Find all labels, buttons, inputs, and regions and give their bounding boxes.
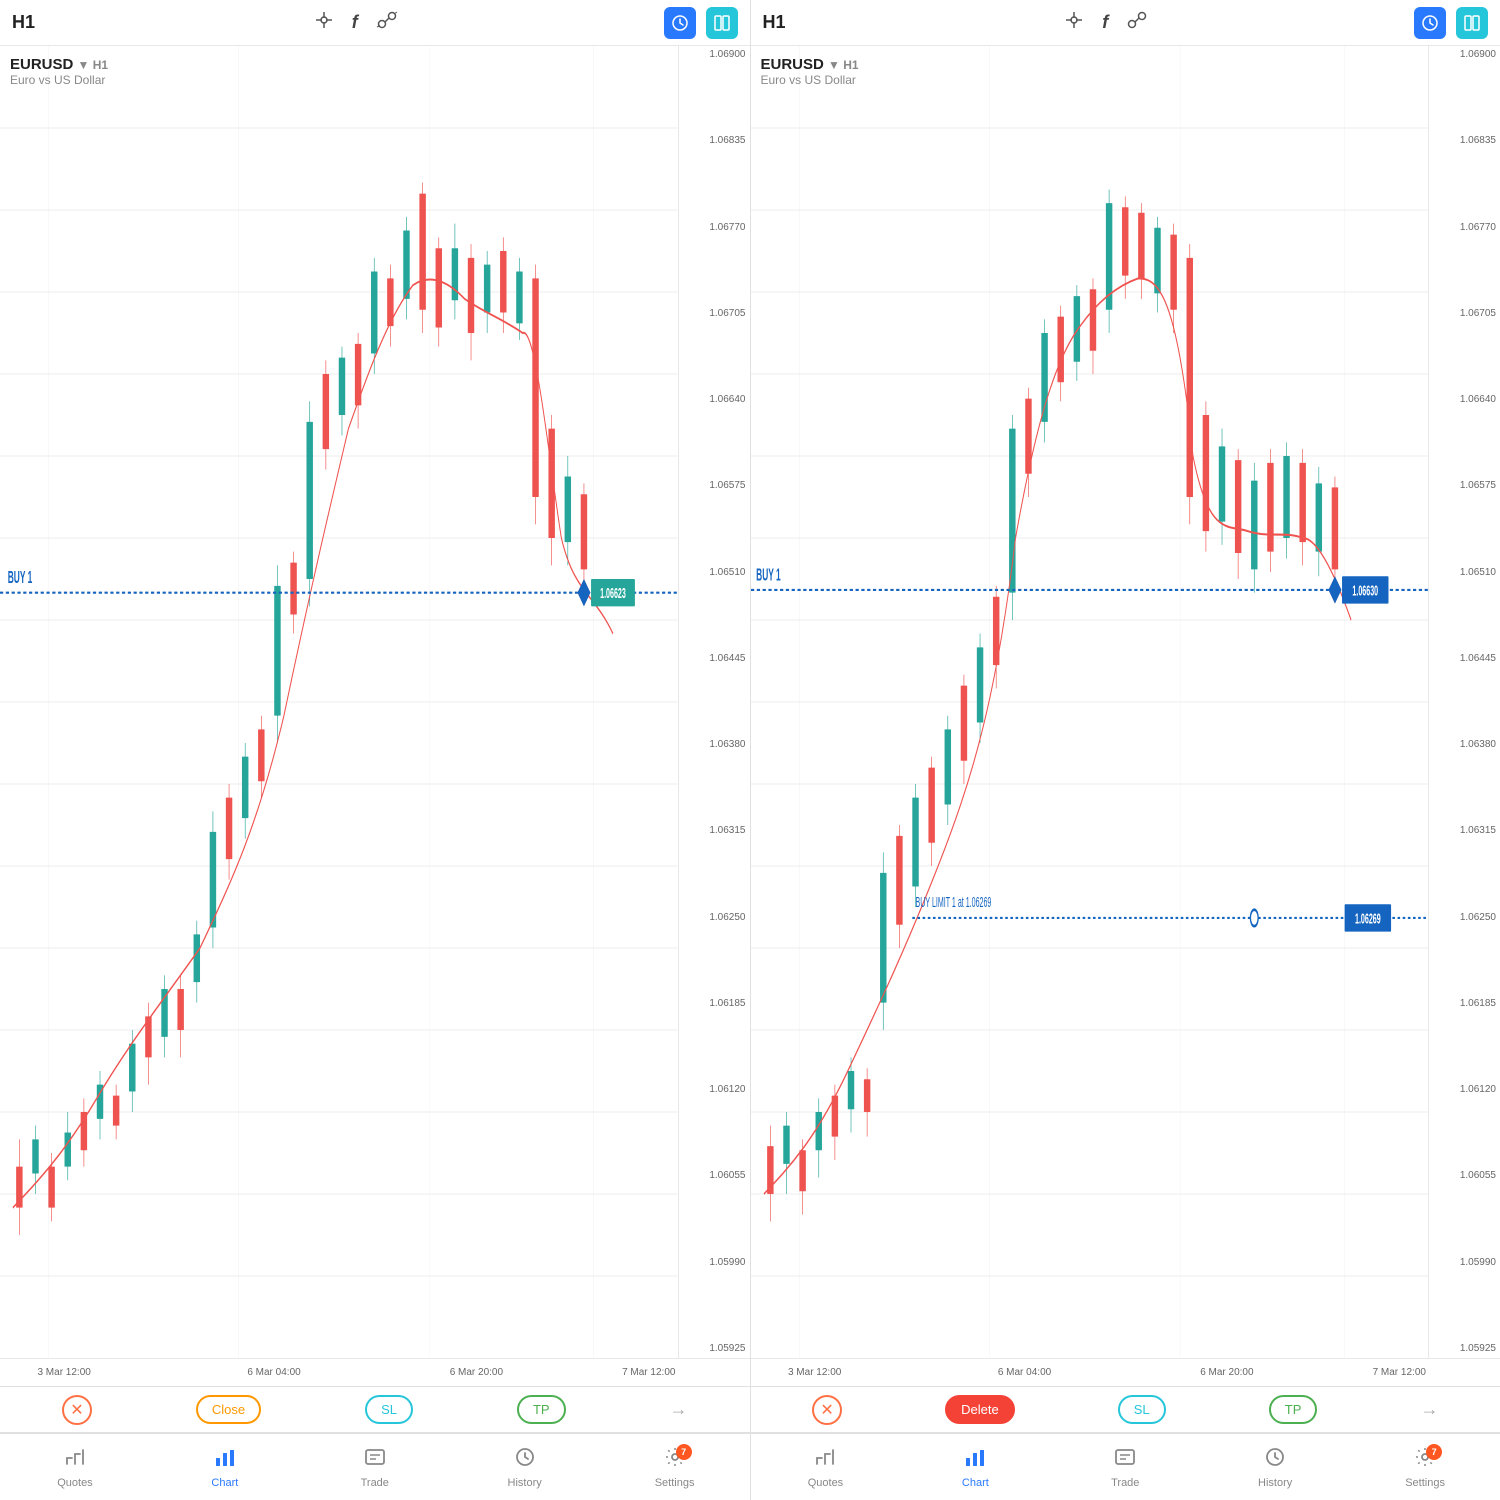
right-price-axis: 1.06900 1.06835 1.06770 1.06705 1.06640 … bbox=[1428, 46, 1500, 1358]
right-realtime-btn[interactable] bbox=[1414, 7, 1446, 39]
left-chart-panel: H1 f bbox=[0, 0, 751, 1432]
right-time-axis: 3 Mar 12:00 6 Mar 04:00 6 Mar 20:00 7 Ma… bbox=[751, 1358, 1500, 1386]
right-bottom-bar: ✕ Delete SL TP → bbox=[751, 1386, 1500, 1432]
right-nav-settings[interactable]: 7 Settings bbox=[1350, 1434, 1500, 1500]
left-trade-label: Trade bbox=[361, 1477, 389, 1489]
svg-text:1.06623: 1.06623 bbox=[600, 585, 626, 602]
right-timeframe: H1 bbox=[763, 12, 799, 33]
left-arrow-btn[interactable]: → bbox=[670, 1399, 688, 1420]
right-chart-svg: ✕ BUY 1 1.06630 BUY LIMIT 1 at 1.06269 1… bbox=[751, 46, 1429, 1358]
right-toolbar: H1 f bbox=[751, 0, 1500, 46]
left-sl-btn[interactable]: SL bbox=[365, 1395, 413, 1424]
left-nav-quotes[interactable]: Quotes bbox=[0, 1434, 150, 1500]
left-toolbar-right bbox=[664, 7, 738, 39]
right-quotes-label: Quotes bbox=[808, 1477, 843, 1489]
left-settings-label: Settings bbox=[655, 1477, 695, 1489]
right-nav-panel: Quotes Chart Trade bbox=[751, 1434, 1500, 1500]
right-settings-badge: 7 bbox=[1426, 1444, 1442, 1460]
crosshair-icon[interactable] bbox=[314, 10, 334, 35]
svg-text:BUY 1: BUY 1 bbox=[8, 566, 33, 586]
left-toolbar: H1 f bbox=[0, 0, 750, 46]
right-crosshair-icon[interactable] bbox=[1064, 10, 1084, 35]
left-nav-history[interactable]: History bbox=[450, 1434, 600, 1500]
right-nav-history[interactable]: History bbox=[1200, 1434, 1350, 1500]
trade-icon bbox=[364, 1446, 386, 1474]
left-tp-btn[interactable]: TP bbox=[517, 1395, 566, 1424]
left-nav-chart[interactable]: Chart bbox=[150, 1434, 300, 1500]
function-icon[interactable]: f bbox=[352, 12, 358, 33]
left-nav-trade[interactable]: Trade bbox=[300, 1434, 450, 1500]
global-nav: Quotes Chart Trade bbox=[0, 1432, 1500, 1500]
right-history-label: History bbox=[1258, 1477, 1292, 1489]
right-split-btn[interactable] bbox=[1456, 7, 1488, 39]
right-trade-icon bbox=[1114, 1446, 1136, 1474]
left-settings-badge: 7 bbox=[676, 1444, 692, 1460]
left-price-axis: 1.06900 1.06835 1.06770 1.06705 1.06640 … bbox=[678, 46, 750, 1358]
right-symbol: EURUSD ▼ H1 bbox=[761, 56, 859, 73]
right-toolbar-icons: f bbox=[815, 10, 1399, 35]
svg-text:BUY 1: BUY 1 bbox=[756, 564, 781, 584]
right-function-icon[interactable]: f bbox=[1102, 12, 1108, 33]
right-delete-btn[interactable]: Delete bbox=[945, 1395, 1015, 1424]
left-close-x-btn[interactable]: ✕ bbox=[62, 1395, 92, 1425]
right-tp-btn[interactable]: TP bbox=[1269, 1395, 1318, 1424]
left-bottom-bar: ✕ Close SL TP → bbox=[0, 1386, 750, 1432]
right-nav-quotes[interactable]: Quotes bbox=[751, 1434, 901, 1500]
settings-icon: 7 bbox=[664, 1446, 686, 1474]
right-settings-label: Settings bbox=[1405, 1477, 1445, 1489]
left-quotes-label: Quotes bbox=[57, 1477, 92, 1489]
left-chart-svg: BUY 1 1.06623 bbox=[0, 46, 678, 1358]
right-chart-panel: H1 f bbox=[751, 0, 1500, 1432]
left-nav-panel: Quotes Chart Trade bbox=[0, 1434, 751, 1500]
indicator-icon[interactable] bbox=[376, 10, 398, 35]
right-toolbar-right bbox=[1414, 7, 1488, 39]
chart-icon bbox=[214, 1446, 236, 1474]
left-time-axis: 3 Mar 12:00 6 Mar 04:00 6 Mar 20:00 7 Ma… bbox=[0, 1358, 750, 1386]
main-container: H1 f bbox=[0, 0, 1500, 1432]
right-nav-trade[interactable]: Trade bbox=[1050, 1434, 1200, 1500]
left-symbol-desc: Euro vs US Dollar bbox=[10, 73, 108, 87]
svg-text:1.06630: 1.06630 bbox=[1352, 583, 1378, 600]
right-trade-label: Trade bbox=[1111, 1477, 1139, 1489]
svg-text:1.06269: 1.06269 bbox=[1355, 911, 1381, 928]
history-icon bbox=[514, 1446, 536, 1474]
right-settings-icon: 7 bbox=[1414, 1446, 1436, 1474]
left-close-btn[interactable]: Close bbox=[196, 1395, 261, 1424]
right-history-icon bbox=[1264, 1446, 1286, 1474]
right-sl-btn[interactable]: SL bbox=[1118, 1395, 1166, 1424]
quotes-icon bbox=[64, 1446, 86, 1474]
left-symbol: EURUSD ▼ H1 bbox=[10, 56, 108, 73]
right-chart-nav-label: Chart bbox=[962, 1477, 989, 1489]
left-chart-info: EURUSD ▼ H1 Euro vs US Dollar bbox=[10, 56, 108, 87]
right-nav-chart[interactable]: Chart bbox=[900, 1434, 1050, 1500]
right-chart-area: EURUSD ▼ H1 Euro vs US Dollar bbox=[751, 46, 1500, 1358]
left-history-label: History bbox=[508, 1477, 542, 1489]
left-chart-label: Chart bbox=[211, 1477, 238, 1489]
right-quotes-icon bbox=[814, 1446, 836, 1474]
right-arrow-btn[interactable]: → bbox=[1420, 1399, 1438, 1420]
left-split-btn[interactable] bbox=[706, 7, 738, 39]
left-timeframe: H1 bbox=[12, 12, 48, 33]
left-nav-settings[interactable]: 7 Settings bbox=[600, 1434, 750, 1500]
left-toolbar-icons: f bbox=[64, 10, 648, 35]
right-close-x-btn[interactable]: ✕ bbox=[812, 1395, 842, 1425]
left-realtime-btn[interactable] bbox=[664, 7, 696, 39]
svg-text:BUY LIMIT 1 at 1.06269: BUY LIMIT 1 at 1.06269 bbox=[915, 894, 991, 911]
right-chart-icon bbox=[964, 1446, 986, 1474]
right-chart-info: EURUSD ▼ H1 Euro vs US Dollar bbox=[761, 56, 859, 87]
right-indicator-icon[interactable] bbox=[1126, 10, 1148, 35]
left-chart-area: EURUSD ▼ H1 Euro vs US Dollar bbox=[0, 46, 750, 1358]
right-symbol-desc: Euro vs US Dollar bbox=[761, 73, 859, 87]
